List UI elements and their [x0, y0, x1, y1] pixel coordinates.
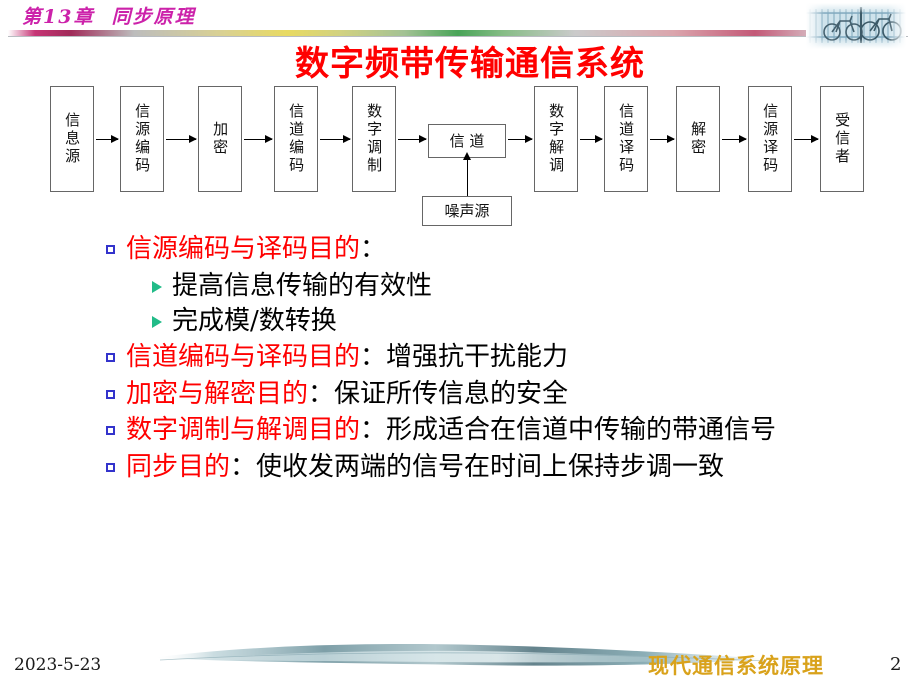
bullet-separator: ：: [360, 234, 387, 264]
chapter-header: 第13章 同步原理: [22, 6, 196, 28]
block-diagram: 信息源 信源编码 加密 信道编码 数字调制信 道噪声源 数字解调 信道译码 解密 信源译码 受信者: [0, 82, 920, 232]
bullet-body: 形成适合在信道中传输的带通信号: [386, 415, 777, 446]
bullet-source-coding: 信源编码与译码目的：: [104, 232, 916, 267]
bullet-separator: ：: [360, 342, 387, 373]
bullet-channel-coding: 信道编码与译码目的：增强抗干扰能力: [104, 340, 916, 375]
diagram-arrow-8-icon: [650, 135, 675, 143]
bullet-label: 同步目的: [126, 452, 231, 483]
diagram-block-digital-demod: 数字解调: [534, 86, 578, 192]
diagram-arrow-9-icon: [722, 135, 747, 143]
footer-page-number: 2: [890, 654, 902, 675]
bullet-modulation: 数字调制与解调目的：形成适合在信道中传输的带通信号: [104, 413, 916, 448]
diagram-arrow-1-icon: [96, 135, 119, 143]
diagram-block-info-source: 信息源: [50, 86, 94, 192]
arrow-bullet-icon: [152, 280, 162, 293]
bullet-body: 使收发两端的信号在时间上保持步调一致: [256, 452, 725, 483]
sub-bullet-source-coding-2: 完成模/数转换: [104, 304, 916, 340]
page-title: 数字频带传输通信系统: [295, 44, 645, 84]
sub-bullet-text: 提高信息传输的有效性: [172, 270, 433, 301]
diagram-block-source-decoder: 信源译码: [748, 86, 792, 192]
diagram-arrow-10-icon: [794, 135, 819, 143]
diagram-arrow-3-icon: [244, 135, 273, 143]
diagram-arrow-5-icon: [398, 135, 427, 143]
diagram-arrow-4-icon: [320, 135, 351, 143]
bullet-separator: ：: [230, 452, 257, 483]
footer-course-title: 现代通信系统原理: [648, 653, 824, 678]
diagram-arrow-6-icon: [508, 135, 533, 143]
bullet-body: 保证所传信息的安全: [334, 378, 569, 409]
square-bullet-icon: [106, 389, 115, 399]
bullet-separator: ：: [308, 378, 335, 409]
diagram-arrow-up-1-icon: [463, 152, 471, 196]
diagram-block-channel-encoder: 信道编码: [274, 86, 318, 192]
bullet-body: 增强抗干扰能力: [386, 342, 569, 373]
square-bullet-icon: [106, 463, 115, 473]
footer-date: 2023-5-23: [14, 655, 102, 675]
bullet-synchronization: 同步目的：使收发两端的信号在时间上保持步调一致: [104, 450, 916, 485]
arrow-bullet-icon: [152, 316, 162, 329]
sub-bullet-text: 完成模/数转换: [172, 306, 337, 337]
bullet-separator: ：: [360, 415, 387, 446]
bullet-label: 数字调制与解调目的: [126, 415, 361, 446]
square-bullet-icon: [106, 245, 115, 254]
bullet-list: 信源编码与译码目的： 提高信息传输的有效性 完成模/数转换 信道编码与译码目的：增强抗…: [104, 232, 916, 487]
diagram-arrow-2-icon: [166, 135, 197, 143]
diagram-arrow-7-icon: [580, 135, 603, 143]
diagram-block-digital-mod: 数字调制: [352, 86, 396, 192]
diagram-block-decrypt: 解密: [676, 86, 720, 192]
bullet-label: 信道编码与译码目的: [126, 342, 361, 373]
sub-bullet-source-coding-1: 提高信息传输的有效性: [104, 269, 916, 305]
diagram-block-noise-source: 噪声源: [422, 196, 512, 226]
bullet-label: 信源编码与译码目的: [126, 234, 361, 264]
bullet-encryption: 加密与解密目的：保证所传信息的安全: [104, 377, 916, 412]
bullet-label: 加密与解密目的: [126, 378, 309, 409]
square-bullet-icon: [106, 426, 115, 436]
square-bullet-icon: [106, 353, 115, 363]
diagram-block-receiver: 受信者: [820, 86, 864, 192]
diagram-block-source-encoder: 信源编码: [120, 86, 164, 192]
diagram-block-channel-decoder: 信道译码: [604, 86, 648, 192]
diagram-block-encrypt: 加密: [198, 86, 242, 192]
